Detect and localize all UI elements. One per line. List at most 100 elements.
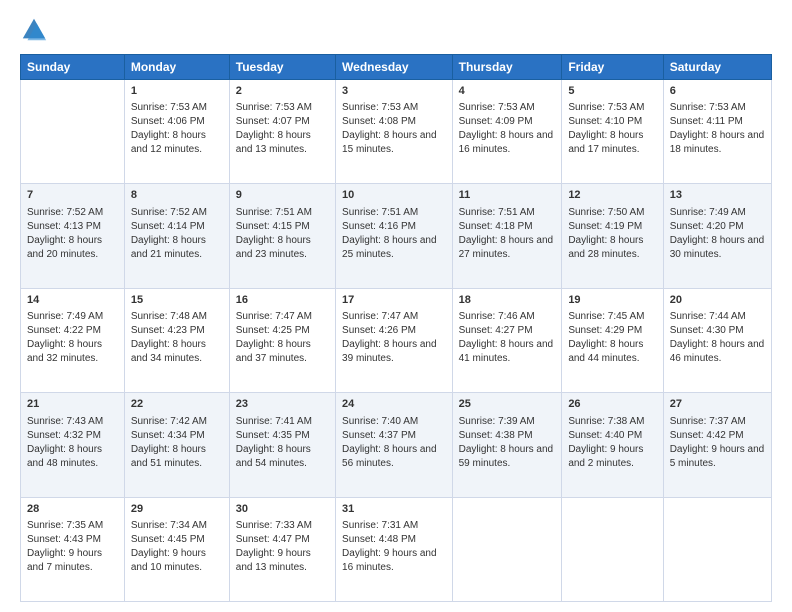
logo-icon bbox=[20, 16, 48, 44]
calendar-cell: 5 Sunrise: 7:53 AMSunset: 4:10 PMDaylight… bbox=[562, 80, 663, 184]
calendar-cell: 31 Sunrise: 7:31 AMSunset: 4:48 PMDayligh… bbox=[336, 497, 453, 601]
day-info: Sunrise: 7:53 AMSunset: 4:10 PMDaylight:… bbox=[568, 101, 656, 157]
calendar-cell bbox=[663, 497, 771, 601]
day-number: 15 bbox=[131, 293, 223, 308]
calendar-cell: 21 Sunrise: 7:43 AMSunset: 4:32 PMDayligh… bbox=[21, 393, 125, 497]
header-day: Saturday bbox=[663, 55, 771, 80]
header-row: SundayMondayTuesdayWednesdayThursdayFrid… bbox=[21, 55, 772, 80]
day-info: Sunrise: 7:47 AMSunset: 4:25 PMDaylight:… bbox=[236, 310, 329, 366]
day-info: Sunrise: 7:44 AMSunset: 4:30 PMDaylight:… bbox=[670, 310, 765, 366]
calendar-week-row: 28 Sunrise: 7:35 AMSunset: 4:43 PMDayligh… bbox=[21, 497, 772, 601]
header bbox=[20, 16, 772, 44]
calendar-cell bbox=[452, 497, 562, 601]
day-info: Sunrise: 7:35 AMSunset: 4:43 PMDaylight:… bbox=[27, 519, 118, 575]
calendar-cell: 16 Sunrise: 7:47 AMSunset: 4:25 PMDayligh… bbox=[229, 288, 335, 392]
header-day: Sunday bbox=[21, 55, 125, 80]
calendar-cell: 13Sunrise: 7:49 AMSunset: 4:20 PMDayligh… bbox=[663, 184, 771, 288]
day-info: Sunrise: 7:42 AMSunset: 4:34 PMDaylight:… bbox=[131, 415, 223, 471]
day-number: 6 bbox=[670, 84, 765, 99]
calendar-cell: 30Sunrise: 7:33 AMSunset: 4:47 PMDayligh… bbox=[229, 497, 335, 601]
day-info: Sunrise: 7:31 AMSunset: 4:48 PMDaylight:… bbox=[342, 519, 446, 575]
day-number: 27 bbox=[670, 397, 765, 412]
day-number: 11 bbox=[459, 188, 556, 203]
calendar-cell: 18Sunrise: 7:46 AMSunset: 4:27 PMDayligh… bbox=[452, 288, 562, 392]
day-number: 12 bbox=[568, 188, 656, 203]
day-info: Sunrise: 7:48 AMSunset: 4:23 PMDaylight:… bbox=[131, 310, 223, 366]
day-info: Sunrise: 7:51 AMSunset: 4:16 PMDaylight:… bbox=[342, 206, 446, 262]
day-info: Sunrise: 7:50 AMSunset: 4:19 PMDaylight:… bbox=[568, 206, 656, 262]
day-info: Sunrise: 7:33 AMSunset: 4:47 PMDaylight:… bbox=[236, 519, 329, 575]
day-number: 25 bbox=[459, 397, 556, 412]
day-number: 10 bbox=[342, 188, 446, 203]
day-info: Sunrise: 7:52 AMSunset: 4:13 PMDaylight:… bbox=[27, 206, 118, 262]
header-day: Monday bbox=[124, 55, 229, 80]
day-info: Sunrise: 7:51 AMSunset: 4:18 PMDaylight:… bbox=[459, 206, 556, 262]
day-number: 28 bbox=[27, 502, 118, 517]
calendar-cell: 10 Sunrise: 7:51 AMSunset: 4:16 PMDayligh… bbox=[336, 184, 453, 288]
day-number: 8 bbox=[131, 188, 223, 203]
day-number: 24 bbox=[342, 397, 446, 412]
day-number: 21 bbox=[27, 397, 118, 412]
day-number: 9 bbox=[236, 188, 329, 203]
day-info: Sunrise: 7:40 AMSunset: 4:37 PMDaylight:… bbox=[342, 415, 446, 471]
calendar-cell: 11 Sunrise: 7:51 AMSunset: 4:18 PMDayligh… bbox=[452, 184, 562, 288]
day-info: Sunrise: 7:47 AMSunset: 4:26 PMDaylight:… bbox=[342, 310, 446, 366]
calendar-week-row: 14 Sunrise: 7:49 AMSunset: 4:22 PMDayligh… bbox=[21, 288, 772, 392]
day-number: 3 bbox=[342, 84, 446, 99]
day-info: Sunrise: 7:39 AMSunset: 4:38 PMDaylight:… bbox=[459, 415, 556, 471]
calendar-cell: 27 Sunrise: 7:37 AMSunset: 4:42 PMDayligh… bbox=[663, 393, 771, 497]
day-number: 29 bbox=[131, 502, 223, 517]
day-number: 20 bbox=[670, 293, 765, 308]
day-number: 31 bbox=[342, 502, 446, 517]
day-info: Sunrise: 7:34 AMSunset: 4:45 PMDaylight:… bbox=[131, 519, 223, 575]
day-number: 22 bbox=[131, 397, 223, 412]
calendar-cell: 14 Sunrise: 7:49 AMSunset: 4:22 PMDayligh… bbox=[21, 288, 125, 392]
day-info: Sunrise: 7:53 AMSunset: 4:08 PMDaylight:… bbox=[342, 101, 446, 157]
calendar-cell: 1 Sunrise: 7:53 AMSunset: 4:06 PMDaylight… bbox=[124, 80, 229, 184]
day-number: 19 bbox=[568, 293, 656, 308]
day-info: Sunrise: 7:49 AMSunset: 4:22 PMDaylight:… bbox=[27, 310, 118, 366]
day-number: 26 bbox=[568, 397, 656, 412]
calendar-cell: 17Sunrise: 7:47 AMSunset: 4:26 PMDayligh… bbox=[336, 288, 453, 392]
header-day: Friday bbox=[562, 55, 663, 80]
day-info: Sunrise: 7:38 AMSunset: 4:40 PMDaylight:… bbox=[568, 415, 656, 471]
calendar-cell: 7 Sunrise: 7:52 AMSunset: 4:13 PMDaylight… bbox=[21, 184, 125, 288]
day-number: 14 bbox=[27, 293, 118, 308]
day-number: 7 bbox=[27, 188, 118, 203]
calendar-cell: 25 Sunrise: 7:39 AMSunset: 4:38 PMDayligh… bbox=[452, 393, 562, 497]
calendar-week-row: 21 Sunrise: 7:43 AMSunset: 4:32 PMDayligh… bbox=[21, 393, 772, 497]
day-number: 16 bbox=[236, 293, 329, 308]
calendar-cell: 28 Sunrise: 7:35 AMSunset: 4:43 PMDayligh… bbox=[21, 497, 125, 601]
calendar-cell: 20 Sunrise: 7:44 AMSunset: 4:30 PMDayligh… bbox=[663, 288, 771, 392]
calendar-week-row: 1 Sunrise: 7:53 AMSunset: 4:06 PMDaylight… bbox=[21, 80, 772, 184]
day-info: Sunrise: 7:53 AMSunset: 4:06 PMDaylight:… bbox=[131, 101, 223, 157]
day-number: 5 bbox=[568, 84, 656, 99]
calendar-cell: 15 Sunrise: 7:48 AMSunset: 4:23 PMDayligh… bbox=[124, 288, 229, 392]
calendar-cell: 4 Sunrise: 7:53 AMSunset: 4:09 PMDaylight… bbox=[452, 80, 562, 184]
day-info: Sunrise: 7:43 AMSunset: 4:32 PMDaylight:… bbox=[27, 415, 118, 471]
day-info: Sunrise: 7:51 AMSunset: 4:15 PMDaylight:… bbox=[236, 206, 329, 262]
day-info: Sunrise: 7:53 AMSunset: 4:07 PMDaylight:… bbox=[236, 101, 329, 157]
day-number: 1 bbox=[131, 84, 223, 99]
calendar-cell bbox=[562, 497, 663, 601]
day-number: 2 bbox=[236, 84, 329, 99]
header-day: Thursday bbox=[452, 55, 562, 80]
logo bbox=[20, 16, 52, 44]
calendar-cell: 9 Sunrise: 7:51 AMSunset: 4:15 PMDaylight… bbox=[229, 184, 335, 288]
page: SundayMondayTuesdayWednesdayThursdayFrid… bbox=[0, 0, 792, 612]
calendar-cell: 12 Sunrise: 7:50 AMSunset: 4:19 PMDayligh… bbox=[562, 184, 663, 288]
day-info: Sunrise: 7:49 AMSunset: 4:20 PMDaylight:… bbox=[670, 206, 765, 262]
day-info: Sunrise: 7:37 AMSunset: 4:42 PMDaylight:… bbox=[670, 415, 765, 471]
calendar-cell: 19 Sunrise: 7:45 AMSunset: 4:29 PMDayligh… bbox=[562, 288, 663, 392]
day-info: Sunrise: 7:45 AMSunset: 4:29 PMDaylight:… bbox=[568, 310, 656, 366]
calendar-cell: 2 Sunrise: 7:53 AMSunset: 4:07 PMDaylight… bbox=[229, 80, 335, 184]
header-day: Tuesday bbox=[229, 55, 335, 80]
calendar-cell bbox=[21, 80, 125, 184]
day-info: Sunrise: 7:46 AMSunset: 4:27 PMDaylight:… bbox=[459, 310, 556, 366]
day-number: 4 bbox=[459, 84, 556, 99]
calendar-week-row: 7 Sunrise: 7:52 AMSunset: 4:13 PMDaylight… bbox=[21, 184, 772, 288]
calendar-cell: 23Sunrise: 7:41 AMSunset: 4:35 PMDayligh… bbox=[229, 393, 335, 497]
header-day: Wednesday bbox=[336, 55, 453, 80]
day-info: Sunrise: 7:53 AMSunset: 4:09 PMDaylight:… bbox=[459, 101, 556, 157]
calendar-cell: 22 Sunrise: 7:42 AMSunset: 4:34 PMDayligh… bbox=[124, 393, 229, 497]
